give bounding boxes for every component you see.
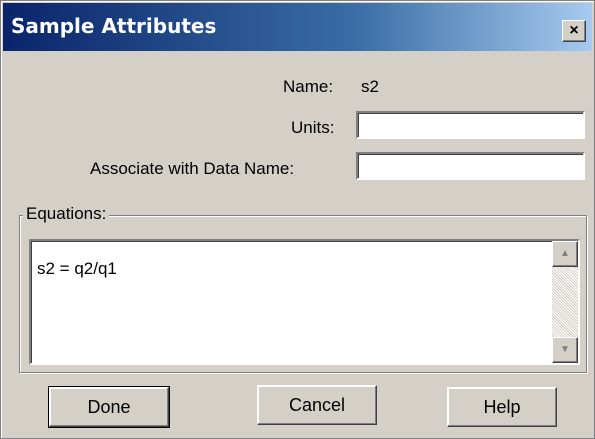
- equations-textarea[interactable]: s2 = q2/q1 ▲ ▼: [29, 239, 580, 365]
- units-field[interactable]: [356, 111, 585, 139]
- equation-text: s2 = q2/q1: [37, 259, 117, 278]
- scroll-up-arrow-icon: ▲: [560, 248, 570, 259]
- close-icon: ×: [569, 22, 579, 39]
- name-value: s2: [361, 77, 379, 96]
- title-bar[interactable]: Sample Attributes ×: [3, 3, 592, 51]
- cancel-button[interactable]: Cancel: [257, 385, 377, 425]
- scroll-up-button[interactable]: ▲: [552, 241, 578, 267]
- units-label: Units:: [291, 118, 335, 137]
- associate-data-name-field[interactable]: [356, 152, 585, 180]
- associate-label: Associate with Data Name:: [90, 159, 295, 178]
- dialog-title: Sample Attributes: [11, 14, 217, 38]
- sample-attributes-dialog: Sample Attributes × Name: s2 Units: Asso…: [0, 0, 595, 439]
- help-button[interactable]: Help: [447, 387, 557, 427]
- equations-group-label: Equations:: [23, 204, 110, 224]
- scroll-down-arrow-icon: ▼: [560, 344, 570, 355]
- done-button[interactable]: Done: [48, 386, 170, 428]
- equations-scrollbar[interactable]: ▲ ▼: [552, 241, 578, 363]
- close-button[interactable]: ×: [562, 20, 586, 42]
- name-label: Name:: [283, 77, 334, 96]
- scroll-down-button[interactable]: ▼: [552, 337, 578, 363]
